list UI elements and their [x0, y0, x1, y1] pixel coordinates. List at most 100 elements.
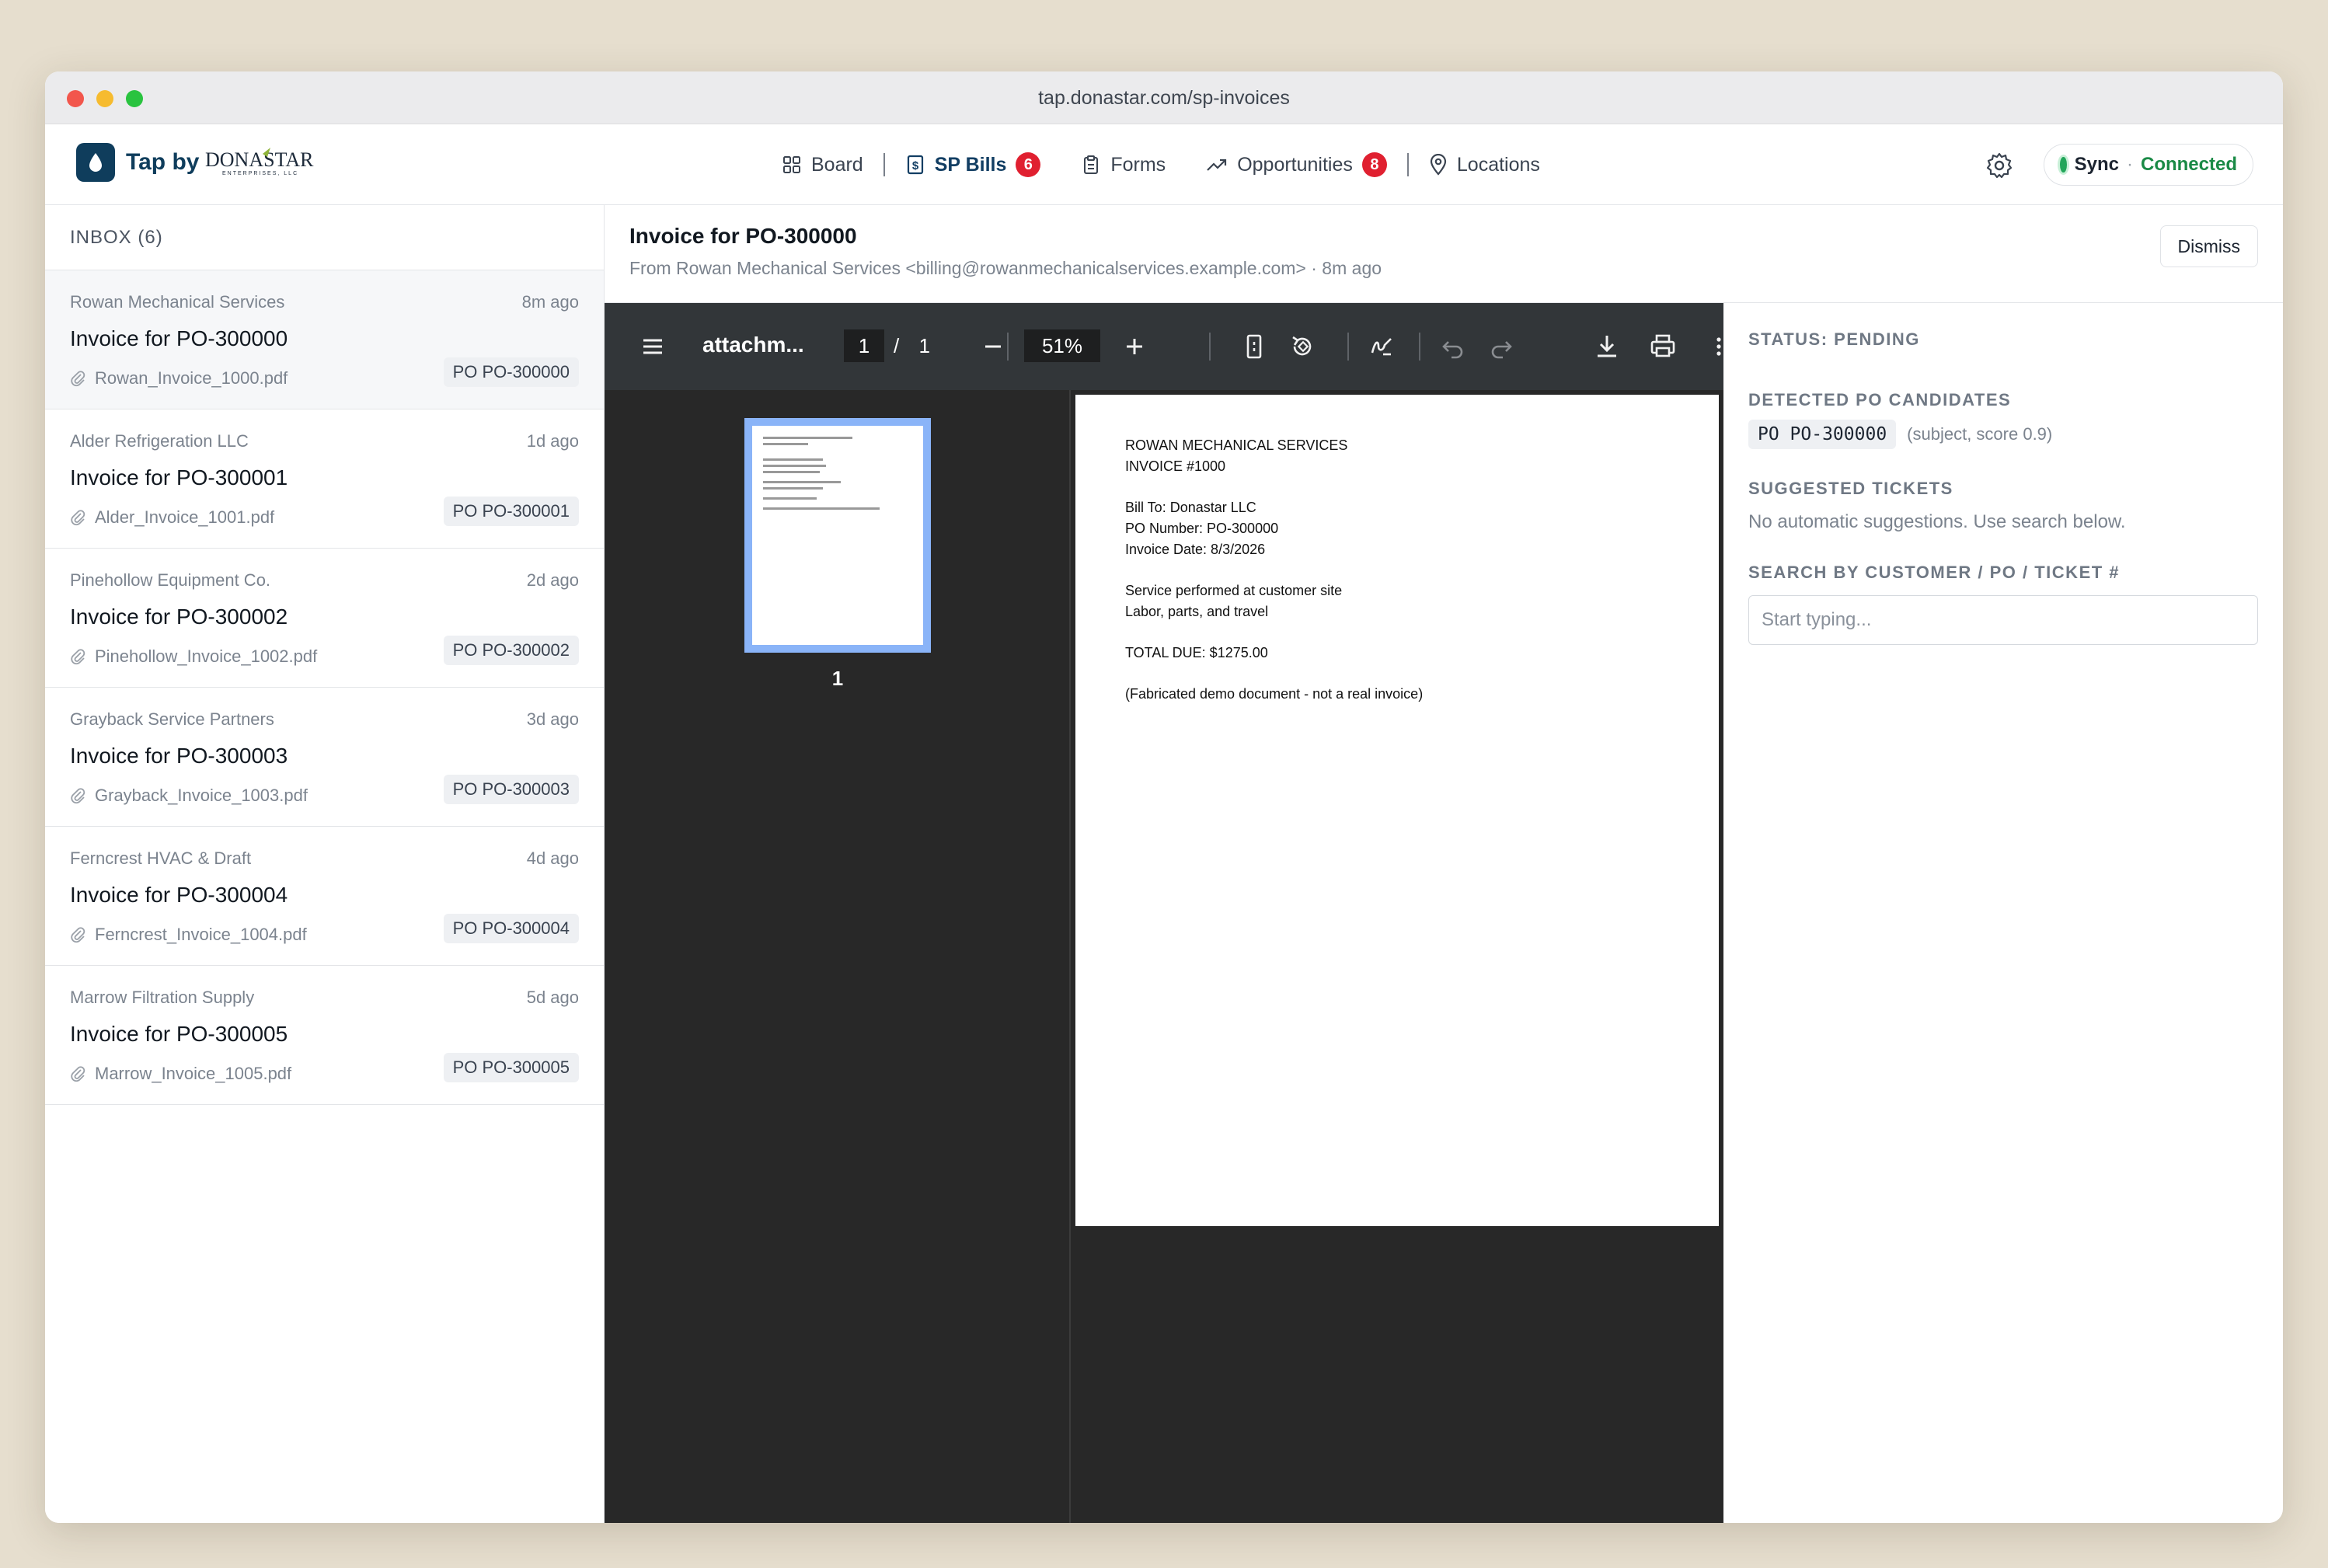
pdf-toolbar: attachm... 1 / 1 51%: [605, 303, 1723, 390]
ticket-search-input[interactable]: [1748, 595, 2258, 645]
trend-up-icon: [1207, 159, 1227, 171]
attachment-file-name: Ferncrest_Invoice_1004.pdf: [95, 925, 307, 944]
hamburger-menu-icon[interactable]: [639, 333, 667, 361]
inbox-item-time: 5d ago: [526, 988, 579, 1007]
inbox-panel: INBOX (6) Rowan Mechanical Services 8m ag…: [45, 205, 605, 1523]
nav-label-forms: Forms: [1110, 153, 1166, 176]
sync-label: Sync: [2074, 154, 2119, 175]
doc-service-line: Service performed at customer site: [1125, 583, 1343, 598]
inbox-item-subject: Invoice for PO-300004: [70, 883, 288, 907]
total-pages: 1: [918, 334, 930, 357]
triage-panel: STATUS: PENDING DETECTED PO CANDIDATES P…: [1723, 303, 2283, 1523]
undo-icon[interactable]: [1439, 333, 1467, 361]
board-icon: [783, 156, 800, 173]
attachment-file-name: Pinehollow_Invoice_1002.pdf: [95, 646, 318, 666]
inbox-item-subject: Invoice for PO-300001: [70, 465, 288, 490]
inbox-item-sender: Marrow Filtration Supply: [70, 988, 255, 1007]
doc-service-line: Labor, parts, and travel: [1125, 604, 1269, 619]
page-thumbnail[interactable]: [744, 418, 931, 653]
toolbar-divider: [1209, 333, 1211, 361]
inbox-item[interactable]: Pinehollow Equipment Co. 2d ago Invoice fo…: [45, 549, 604, 688]
nav-item-board[interactable]: Board: [761, 124, 883, 205]
doc-company-name: ROWAN MECHANICAL SERVICES: [1125, 437, 1348, 453]
attachment-file-name: Rowan_Invoice_1000.pdf: [95, 368, 288, 388]
browser-titlebar: tap.donastar.com/sp-invoices: [45, 71, 2283, 124]
print-icon[interactable]: [1649, 333, 1677, 361]
toolbar-divider: [1007, 333, 1009, 361]
invoice-doc-billing: Bill To: Donastar LLC PO Number: PO-3000…: [1125, 497, 1669, 560]
paperclip-icon: [71, 371, 85, 387]
doc-footer-note: (Fabricated demo document - not a real i…: [1125, 686, 1424, 702]
inbox-item-time: 3d ago: [526, 709, 579, 729]
sync-status-dot: [2060, 157, 2067, 172]
po-candidates-label: DETECTED PO CANDIDATES: [1748, 390, 2012, 409]
top-navigation: Tap by DONASTAR ENTERPRISES, LLC Board $…: [45, 124, 2283, 205]
inbox-item[interactable]: Marrow Filtration Supply 5d ago Invoice fo…: [45, 966, 604, 1105]
po-candidate-row: PO PO-300000 (subject, score 0.9): [1748, 420, 2258, 449]
annotate-icon[interactable]: [1368, 333, 1396, 361]
attachment-file-name: Grayback_Invoice_1003.pdf: [95, 786, 308, 805]
suggested-tickets-text: No automatic suggestions. Use search bel…: [1748, 511, 2126, 532]
attachment-file-name: Marrow_Invoice_1005.pdf: [95, 1064, 292, 1083]
doc-invoice-number: INVOICE #1000: [1125, 458, 1226, 474]
gear-icon[interactable]: [1985, 151, 2014, 180]
nav-label-board: Board: [811, 153, 863, 176]
doc-bill-to: Bill To: Donastar LLC: [1125, 500, 1256, 515]
nav-item-forms[interactable]: Forms: [1061, 124, 1186, 205]
paperclip-icon: [71, 927, 85, 943]
nav-item-opportunities[interactable]: Opportunities 8: [1186, 124, 1407, 205]
inbox-list: Rowan Mechanical Services 8m ago Invoice f…: [45, 270, 604, 1105]
doc-po-number: PO Number: PO-300000: [1125, 521, 1279, 536]
water-drop-icon: [89, 153, 102, 172]
zoom-out-icon[interactable]: [979, 333, 1007, 361]
map-pin-icon: [1430, 154, 1446, 176]
doc-invoice-date: Invoice Date: 8/3/2026: [1125, 542, 1266, 557]
pdf-page: ROWAN MECHANICAL SERVICES INVOICE #1000 …: [1075, 395, 1719, 1226]
attachment-file-name: Alder_Invoice_1001.pdf: [95, 507, 275, 527]
inbox-item-po-tag: PO PO-300004: [443, 914, 579, 943]
inbox-item-po-tag: PO PO-300001: [443, 497, 579, 526]
inbox-item-sender: Alder Refrigeration LLC: [70, 431, 249, 451]
inbox-item-po-tag: PO PO-300005: [443, 1053, 579, 1082]
download-icon[interactable]: [1593, 333, 1621, 361]
paperclip-icon: [71, 1066, 85, 1082]
invoice-doc-service: Service performed at customer site Labor…: [1125, 580, 1669, 622]
svg-text:$: $: [912, 159, 919, 172]
invoice-detail-header: Invoice for PO-300000 From Rowan Mechani…: [605, 205, 2283, 303]
sync-separator: ·: [2126, 154, 2133, 175]
address-bar-url[interactable]: tap.donastar.com/sp-invoices: [45, 87, 2283, 110]
sync-state: Connected: [2140, 154, 2237, 175]
inbox-item-subject: Invoice for PO-300002: [70, 605, 288, 629]
rotate-icon[interactable]: [1288, 333, 1316, 361]
inbox-item-sender: Grayback Service Partners: [70, 709, 274, 729]
redo-icon[interactable]: [1487, 333, 1515, 361]
inbox-item-po-tag: PO PO-300000: [443, 357, 579, 387]
page-number-input[interactable]: 1: [844, 329, 884, 362]
inbox-item-sender: Ferncrest HVAC & Draft: [70, 848, 252, 868]
fit-page-icon[interactable]: [1240, 333, 1268, 361]
app-logo[interactable]: [76, 143, 115, 182]
inbox-item-subject: Invoice for PO-300003: [70, 744, 288, 768]
inbox-item-po-tag: PO PO-300002: [443, 636, 579, 665]
suggested-tickets-label: SUGGESTED TICKETS: [1748, 479, 1953, 498]
zoom-in-icon[interactable]: [1120, 333, 1148, 361]
logo-subtitle: ENTERPRISES, LLC: [222, 171, 298, 176]
inbox-item-subject: Invoice for PO-300005: [70, 1022, 288, 1046]
main-nav: Board $ SP Bills 6 Forms Opportunities 8…: [761, 124, 1560, 205]
toolbar-divider: [1347, 333, 1349, 361]
inbox-item[interactable]: Rowan Mechanical Services 8m ago Invoice f…: [45, 270, 604, 409]
inbox-item[interactable]: Grayback Service Partners 3d ago Invoice f…: [45, 688, 604, 827]
thumbnail-page-number: 1: [831, 667, 844, 690]
search-label: SEARCH BY CUSTOMER / PO / TICKET #: [1748, 563, 2121, 582]
po-candidate-chip[interactable]: PO PO-300000: [1748, 420, 1897, 449]
toolbar-divider: [1419, 333, 1420, 361]
opportunities-count-badge: 8: [1361, 152, 1387, 177]
invoice-sender: From Rowan Mechanical Services <billing@…: [629, 258, 1382, 278]
sync-status-pill[interactable]: Sync · Connected: [2044, 144, 2253, 186]
nav-item-locations[interactable]: Locations: [1409, 124, 1560, 205]
dismiss-button[interactable]: Dismiss: [2159, 225, 2258, 267]
nav-item-sp-bills[interactable]: $ SP Bills 6: [885, 124, 1061, 205]
zoom-level-input[interactable]: 51%: [1024, 329, 1100, 362]
inbox-item[interactable]: Ferncrest HVAC & Draft 4d ago Invoice for …: [45, 827, 604, 966]
inbox-item[interactable]: Alder Refrigeration LLC 1d ago Invoice for…: [45, 409, 604, 549]
